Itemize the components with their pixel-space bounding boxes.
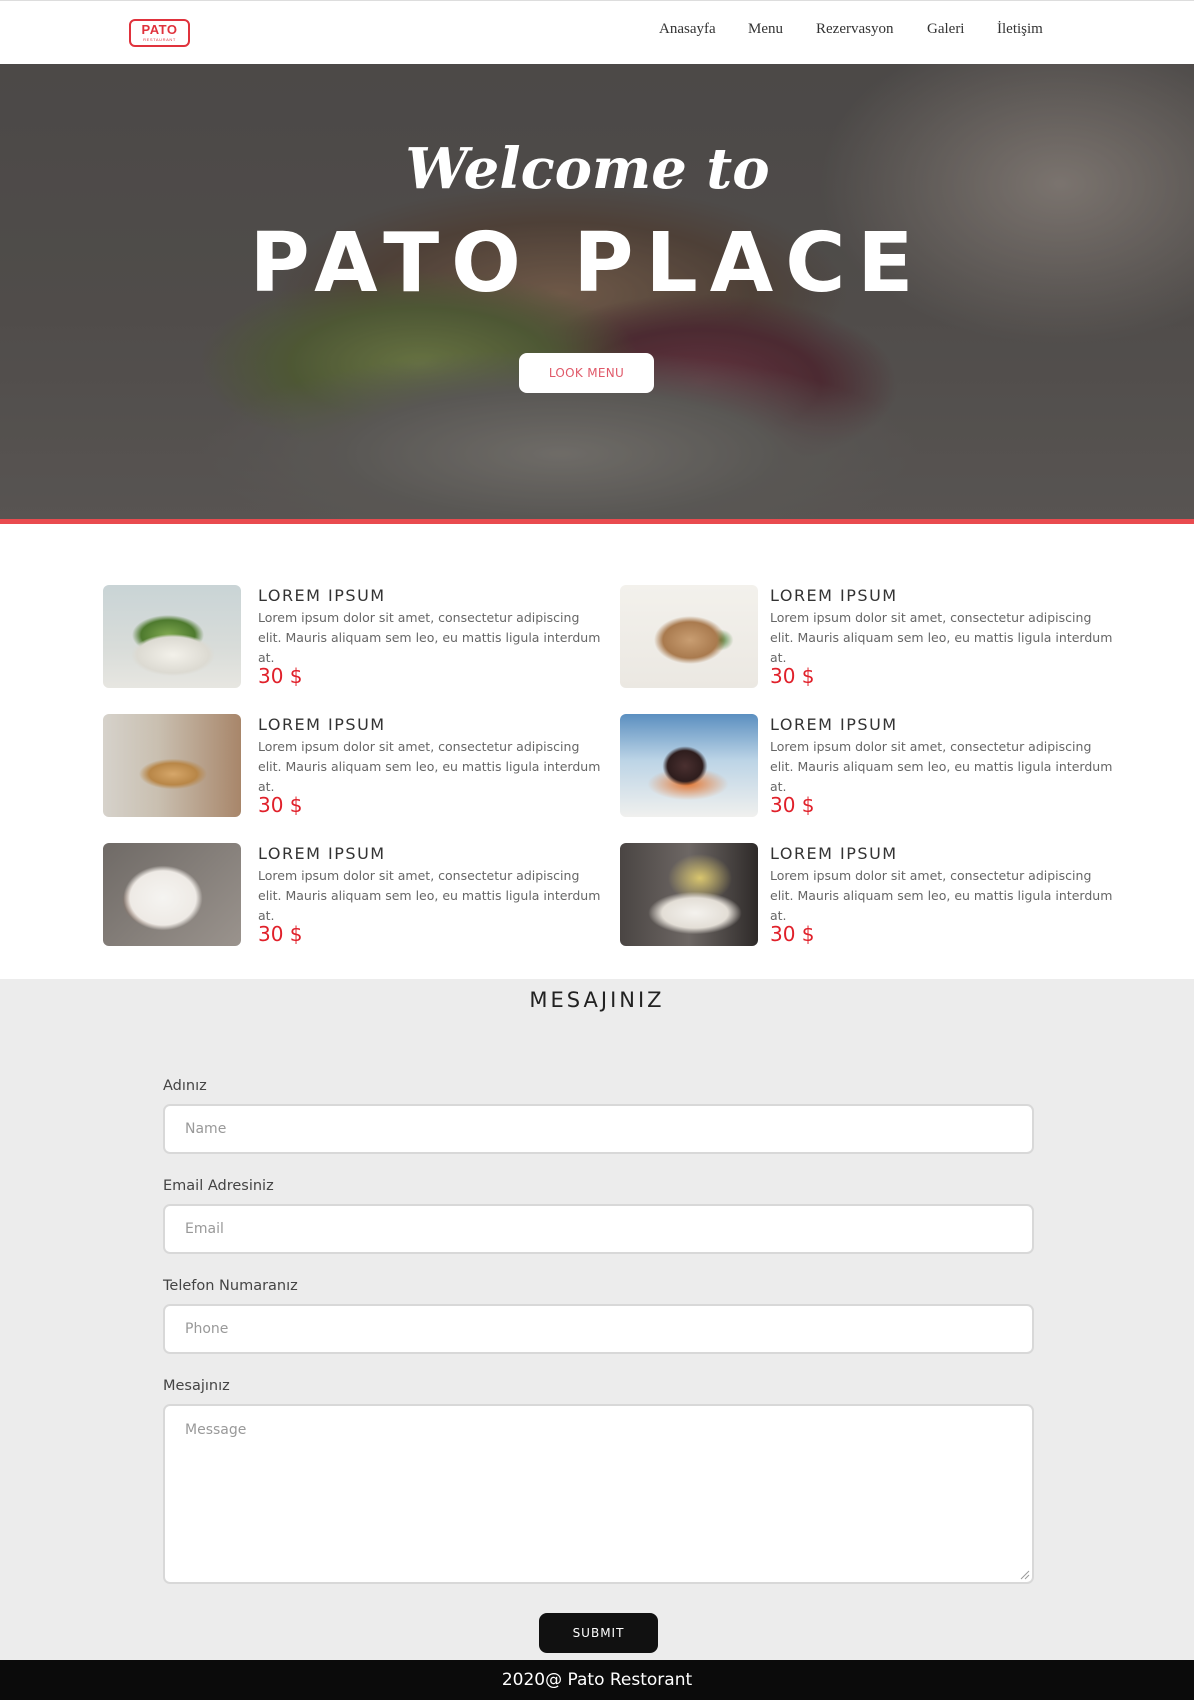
message-label: Mesajınız [163, 1378, 230, 1394]
menu-item-price: 30 $ [770, 922, 815, 946]
steak-photo [620, 585, 758, 688]
contact-title: MESAJINIZ [529, 988, 665, 1012]
menu-item-title: LOREM IPSUM [770, 844, 898, 863]
menu-item: LOREM IPSUM Lorem ipsum dolor sit amet, … [103, 843, 603, 953]
menu-item: LOREM IPSUM Lorem ipsum dolor sit amet, … [620, 843, 1120, 953]
name-field[interactable]: Name [163, 1104, 1034, 1154]
name-placeholder: Name [185, 1121, 227, 1137]
menu-item-description: Lorem ipsum dolor sit amet, consectetur … [770, 739, 1113, 794]
meat-dish-photo [620, 714, 758, 817]
menu-item-title: LOREM IPSUM [770, 715, 898, 734]
menu-item: LOREM IPSUM Lorem ipsum dolor sit amet, … [620, 714, 1120, 824]
nav-item-galeri[interactable]: Galeri [927, 21, 964, 38]
nav-item-iletisim[interactable]: İletişim [997, 21, 1043, 38]
menu-item-title: LOREM IPSUM [258, 844, 386, 863]
logo-main-text: PATO [141, 22, 178, 37]
hero-title: PATO PLACE [249, 216, 926, 311]
menu-item-description: Lorem ipsum dolor sit amet, consectetur … [258, 610, 601, 665]
message-field[interactable]: Message [163, 1404, 1034, 1584]
hero-accent-bar [0, 519, 1194, 524]
menu-item: LOREM IPSUM Lorem ipsum dolor sit amet, … [103, 714, 603, 824]
email-placeholder: Email [185, 1221, 224, 1237]
logo-sub-text: RESTAURANT [143, 37, 176, 42]
menu-item-price: 30 $ [258, 664, 303, 688]
phone-placeholder: Phone [185, 1321, 229, 1337]
menu-item-price: 30 $ [770, 793, 815, 817]
menu-item-price: 30 $ [258, 793, 303, 817]
navbar: PATO RESTAURANT Anasayfa Menu Rezervasyo… [0, 0, 1194, 64]
shrimp-plate-photo [103, 843, 241, 946]
menu-item-title: LOREM IPSUM [258, 715, 386, 734]
logo[interactable]: PATO RESTAURANT [129, 19, 190, 47]
nav-item-rezervasyon[interactable]: Rezervasyon [816, 21, 893, 38]
hero-banner: Welcome to PATO PLACE LOOK MENU [0, 64, 1194, 521]
menu-item-description: Lorem ipsum dolor sit amet, consectetur … [258, 868, 601, 923]
champagne-glasses-photo [620, 843, 758, 946]
footer-copyright: 2020@ Pato Restorant [501, 1670, 693, 1690]
phone-field[interactable]: Phone [163, 1304, 1034, 1354]
menu-item: LOREM IPSUM Lorem ipsum dolor sit amet, … [103, 585, 603, 695]
menu-item-description: Lorem ipsum dolor sit amet, consectetur … [770, 868, 1113, 923]
nav-item-anasayfa[interactable]: Anasayfa [659, 21, 716, 38]
menu-item-description: Lorem ipsum dolor sit amet, consectetur … [258, 739, 601, 794]
salad-photo [103, 585, 241, 688]
phone-label: Telefon Numaranız [163, 1278, 298, 1294]
submit-button[interactable]: SUBMIT [539, 1613, 658, 1653]
menu-item-price: 30 $ [258, 922, 303, 946]
email-field[interactable]: Email [163, 1204, 1034, 1254]
hero-welcome-text: Welcome to [405, 136, 770, 202]
nav-item-menu[interactable]: Menu [748, 21, 783, 38]
menu-item-title: LOREM IPSUM [770, 586, 898, 605]
bread-table-photo [103, 714, 241, 817]
menu-item: LOREM IPSUM Lorem ipsum dolor sit amet, … [620, 585, 1120, 695]
email-label: Email Adresiniz [163, 1178, 274, 1194]
name-label: Adınız [163, 1078, 207, 1094]
menu-item-price: 30 $ [770, 664, 815, 688]
resize-handle-icon[interactable] [1020, 1570, 1030, 1580]
message-placeholder: Message [185, 1422, 247, 1438]
contact-section: MESAJINIZ Adınız Name Email Adresiniz Em… [0, 979, 1194, 1660]
look-menu-button[interactable]: LOOK MENU [519, 353, 654, 393]
menu-item-title: LOREM IPSUM [258, 586, 386, 605]
menu-item-description: Lorem ipsum dolor sit amet, consectetur … [770, 610, 1113, 665]
footer: 2020@ Pato Restorant [0, 1660, 1194, 1700]
